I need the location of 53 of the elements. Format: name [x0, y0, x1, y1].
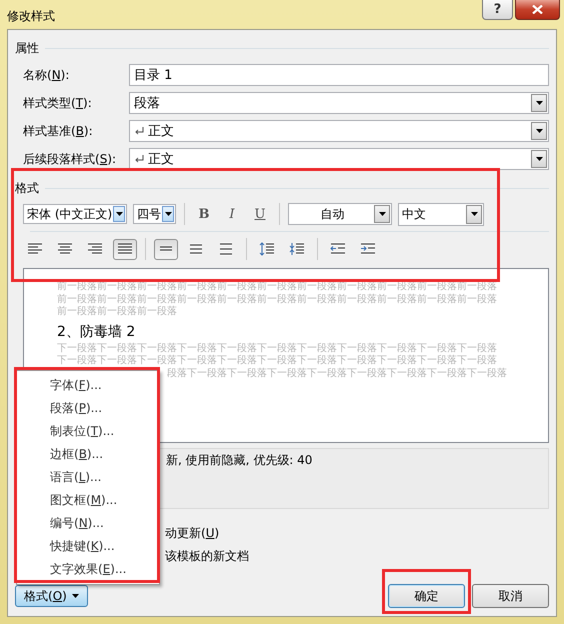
align-center-icon: [57, 242, 73, 256]
caret-icon: [164, 212, 172, 216]
preview-text: 前一段落前一段落前一段落前一段落前一段落前一段落前一段落前一段落前一段落前一段落前一段落: [57, 294, 498, 306]
double-spacing-icon: [218, 242, 234, 256]
space-decrease-icon: [289, 242, 305, 256]
bold-button[interactable]: B: [193, 203, 215, 225]
style-select[interactable]: 正文: [129, 120, 549, 142]
name-field[interactable]: 目录 1: [129, 64, 549, 86]
caret-icon: [536, 101, 542, 105]
option-label: 动更新(U): [164, 525, 220, 541]
field-label: 样式基准(B):: [23, 122, 94, 140]
single-spacing-button[interactable]: [154, 238, 178, 260]
field-label: 后续段落样式(S):: [23, 150, 118, 168]
indent-increase-icon: [360, 242, 376, 256]
justify-icon: [117, 242, 133, 256]
space-increase-icon: [259, 242, 275, 256]
field-label: 样式类型(T):: [23, 94, 93, 112]
underline-button[interactable]: U: [249, 203, 271, 225]
caret-icon: [536, 129, 542, 133]
preview-text: 下一段落下一段落下一段落下一段落下一段落下一段落下一段落下一段落下一段落下一段落下一段落: [57, 355, 498, 368]
close-icon: [532, 5, 543, 14]
caret-icon: [378, 212, 386, 216]
indent-decrease-icon: [330, 242, 346, 256]
help-button[interactable]: ?: [482, 0, 513, 20]
color-select[interactable]: 自动: [288, 203, 392, 225]
caret-icon: [116, 212, 123, 216]
cancel-button[interactable]: 取消: [472, 584, 549, 608]
preview-text: 下一段落下一段落下一段落下一段落下一段落下一段落下一段落下一段落下一段落下一段落下一段落: [57, 342, 498, 354]
caret-icon: [470, 212, 478, 216]
format-menu-button[interactable]: 格式(O): [15, 585, 88, 607]
justify-button[interactable]: [113, 238, 137, 260]
one-half-spacing-icon: [188, 242, 204, 256]
section-heading: 格式: [15, 180, 39, 197]
italic-button[interactable]: I: [221, 203, 243, 225]
font-select[interactable]: 宋体 (中文正文): [23, 204, 127, 224]
style-select[interactable]: 段落: [129, 92, 549, 114]
language-select[interactable]: 中文: [398, 202, 484, 226]
style-select[interactable]: 正文: [129, 148, 549, 170]
preview-text: 段落下一段落下一段落下一段落下一段落下一段落下一段落下一段落下一段落: [166, 368, 508, 381]
close-button[interactable]: [515, 0, 560, 20]
preview-text: 前一段落前一段落前一段落: [57, 306, 178, 319]
align-right-icon: [87, 242, 103, 256]
caret-icon: [536, 157, 542, 161]
section-heading: 属性: [15, 40, 39, 57]
align-left-icon: [27, 242, 43, 256]
window-title: 修改样式: [7, 8, 55, 25]
size-select[interactable]: 四号: [133, 204, 176, 224]
ok-button[interactable]: 确定: [388, 584, 465, 608]
field-label: 名称(N):: [23, 66, 70, 84]
caret-icon: [72, 594, 79, 598]
style-description: 新, 使用前隐藏, 优先级: 40: [166, 453, 312, 467]
option-label: 该模板的新文档: [164, 548, 250, 564]
sample-text: 2、防毒墙 2: [57, 322, 136, 342]
